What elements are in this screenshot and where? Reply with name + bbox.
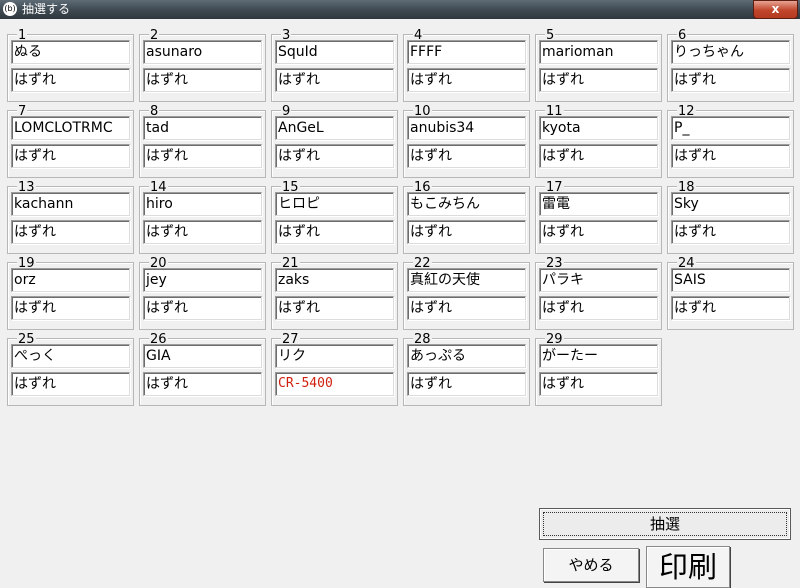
entry-result-field[interactable]: はずれ — [143, 144, 262, 168]
entry-result-field[interactable]: はずれ — [275, 220, 394, 244]
entry-result-field[interactable]: はずれ — [539, 296, 658, 320]
entry-result-field[interactable]: はずれ — [275, 296, 394, 320]
entry-result-field[interactable]: はずれ — [407, 372, 526, 396]
print-button[interactable]: 印刷 — [646, 546, 730, 588]
entry-cell: 10 anubis34 はずれ — [403, 105, 530, 178]
entry-result-field[interactable]: はずれ — [407, 296, 526, 320]
close-button[interactable]: x — [753, 0, 798, 19]
entry-result-field[interactable]: はずれ — [539, 144, 658, 168]
entry-cell: 6 りっちゃん はずれ — [667, 29, 794, 102]
entry-cell: 8 tad はずれ — [139, 105, 266, 178]
entry-result-field[interactable]: はずれ — [275, 144, 394, 168]
entry-result-field[interactable]: はずれ — [143, 372, 262, 396]
entry-name-field[interactable]: orz — [11, 268, 130, 292]
entry-cell: 2 asunaro はずれ — [139, 29, 266, 102]
entry-name-field[interactable]: kyota — [539, 116, 658, 140]
entry-result-field[interactable]: はずれ — [407, 220, 526, 244]
entry-result-field[interactable]: はずれ — [671, 68, 790, 92]
focus-rect — [543, 512, 787, 536]
entry-cell: 7 LOMCLOTRMC はずれ — [7, 105, 134, 178]
entry-result-field[interactable]: はずれ — [539, 68, 658, 92]
entry-name-field[interactable]: AnGeL — [275, 116, 394, 140]
entry-name-field[interactable]: asunaro — [143, 40, 262, 64]
entry-result-field-winner[interactable]: CR-5400 — [275, 372, 394, 396]
entry-result-field[interactable]: はずれ — [539, 220, 658, 244]
entry-name-field[interactable]: tad — [143, 116, 262, 140]
entry-result-field[interactable]: はずれ — [11, 144, 130, 168]
entry-name-field[interactable]: ぬる — [11, 40, 130, 64]
entry-result-field[interactable]: はずれ — [11, 296, 130, 320]
entry-name-field[interactable]: 真紅の天使 — [407, 268, 526, 292]
entry-name-field[interactable]: LOMCLOTRMC — [11, 116, 130, 140]
entry-cell: 1 ぬる はずれ — [7, 29, 134, 102]
entry-result-field[interactable]: はずれ — [275, 68, 394, 92]
entry-cell: 17 雷電 はずれ — [535, 181, 662, 254]
entry-cell: 20 jey はずれ — [139, 257, 266, 330]
lottery-panel: 1 ぬる はずれ 2 asunaro はずれ 3 SquId はずれ 4 FFFF はずれ 5 mario… — [0, 20, 800, 588]
entry-name-field[interactable]: あっぷる — [407, 344, 526, 368]
entry-name-field[interactable]: ぺっく — [11, 344, 130, 368]
entry-result-field[interactable]: はずれ — [671, 220, 790, 244]
entry-name-field[interactable]: FFFF — [407, 40, 526, 64]
entry-name-field[interactable]: P_ — [671, 116, 790, 140]
entry-name-field[interactable]: Sky — [671, 192, 790, 216]
entry-name-field[interactable]: がーたー — [539, 344, 658, 368]
entry-cell: 4 FFFF はずれ — [403, 29, 530, 102]
title-bar: (b) 抽選する x — [0, 0, 800, 19]
entry-cell: 22 真紅の天使 はずれ — [403, 257, 530, 330]
entry-cell: 26 GIA はずれ — [139, 333, 266, 406]
entry-cell: 29 がーたー はずれ — [535, 333, 662, 406]
entry-cell: 27 リク CR-5400 — [271, 333, 398, 406]
entry-cell: 3 SquId はずれ — [271, 29, 398, 102]
entry-name-field[interactable]: もこみちん — [407, 192, 526, 216]
entry-result-field[interactable]: はずれ — [11, 372, 130, 396]
window-title: 抽選する — [22, 2, 71, 16]
entry-name-field[interactable]: りっちゃん — [671, 40, 790, 64]
entry-cell: 11 kyota はずれ — [535, 105, 662, 178]
entry-cell: 5 marioman はずれ — [535, 29, 662, 102]
entry-result-field[interactable]: はずれ — [407, 144, 526, 168]
entry-cell: 28 あっぷる はずれ — [403, 333, 530, 406]
entry-name-field[interactable]: ヒロピ — [275, 192, 394, 216]
entry-cell: 19 orz はずれ — [7, 257, 134, 330]
entry-cell: 18 Sky はずれ — [667, 181, 794, 254]
entry-cell: 21 zaks はずれ — [271, 257, 398, 330]
entry-cell: 14 hiro はずれ — [139, 181, 266, 254]
entry-name-field[interactable]: kachann — [11, 192, 130, 216]
app-logo-icon: (b) — [3, 2, 17, 16]
entry-result-field[interactable]: はずれ — [143, 220, 262, 244]
entry-name-field[interactable]: リク — [275, 344, 394, 368]
entry-result-field[interactable]: はずれ — [671, 296, 790, 320]
entry-name-field[interactable]: パラキ — [539, 268, 658, 292]
cancel-button[interactable]: やめる — [543, 548, 639, 582]
entry-name-field[interactable]: GIA — [143, 344, 262, 368]
entry-name-field[interactable]: jey — [143, 268, 262, 292]
entry-cell: 9 AnGeL はずれ — [271, 105, 398, 178]
entry-result-field[interactable]: はずれ — [143, 68, 262, 92]
entry-name-field[interactable]: 雷電 — [539, 192, 658, 216]
entry-result-field[interactable]: はずれ — [11, 220, 130, 244]
entry-name-field[interactable]: SAIS — [671, 268, 790, 292]
entry-name-field[interactable]: anubis34 — [407, 116, 526, 140]
entry-name-field[interactable]: SquId — [275, 40, 394, 64]
entry-name-field[interactable]: marioman — [539, 40, 658, 64]
draw-button[interactable]: 抽選 — [539, 508, 791, 540]
entry-cell: 15 ヒロピ はずれ — [271, 181, 398, 254]
entry-cell: 16 もこみちん はずれ — [403, 181, 530, 254]
entry-result-field[interactable]: はずれ — [407, 68, 526, 92]
entry-cell: 12 P_ はずれ — [667, 105, 794, 178]
entry-cell: 25 ぺっく はずれ — [7, 333, 134, 406]
entry-name-field[interactable]: hiro — [143, 192, 262, 216]
entry-result-field[interactable]: はずれ — [539, 372, 658, 396]
entry-result-field[interactable]: はずれ — [143, 296, 262, 320]
entry-cell: 24 SAIS はずれ — [667, 257, 794, 330]
entry-result-field[interactable]: はずれ — [671, 144, 790, 168]
entry-cell: 13 kachann はずれ — [7, 181, 134, 254]
entry-cell: 23 パラキ はずれ — [535, 257, 662, 330]
entry-name-field[interactable]: zaks — [275, 268, 394, 292]
entry-result-field[interactable]: はずれ — [11, 68, 130, 92]
